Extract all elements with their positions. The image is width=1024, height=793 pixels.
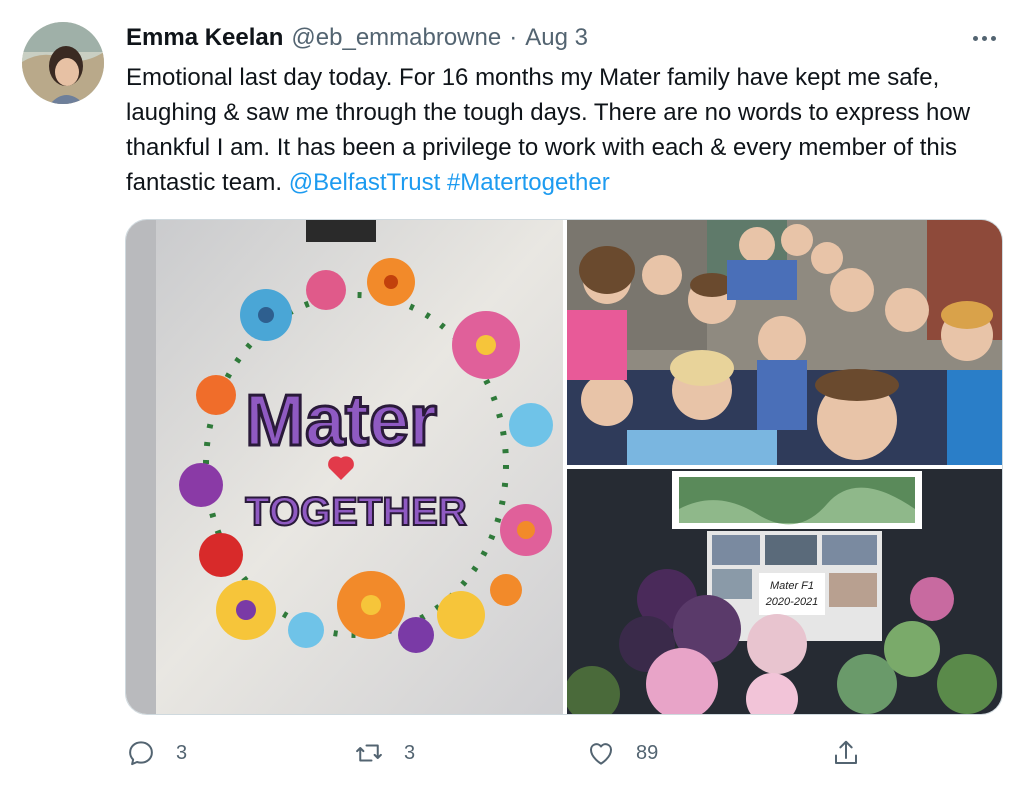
photo-mater-together-mural[interactable]: Mater TOGETHER: [126, 220, 563, 714]
retweet-icon: [356, 744, 382, 762]
like-button[interactable]: 89: [586, 735, 658, 771]
heart-icon: [590, 743, 612, 765]
more-horizontal-icon[interactable]: [968, 28, 1000, 48]
reply-button[interactable]: 3: [126, 735, 187, 771]
photo-team-selfie[interactable]: [567, 220, 1002, 465]
card-line-1: Mater F1: [770, 580, 814, 592]
separator-dot: ·: [509, 24, 518, 51]
like-count: 89: [636, 741, 659, 764]
author-name[interactable]: Emma Keelan: [126, 24, 283, 52]
card-line-2: 2020-2021: [765, 596, 819, 608]
hashtag-link[interactable]: #Matertogether: [447, 169, 610, 196]
tweet-header: Emma Keelan @eb_emmabrowne · Aug 3: [126, 24, 588, 56]
tweet: Emma Keelan @eb_emmabrowne · Aug 3 Emoti…: [0, 0, 1024, 793]
tweet-actions: 3 3 89: [126, 735, 886, 771]
share-icon: [835, 740, 857, 764]
media-grid: Mater TOGETHER Mater F1 2020-2021: [125, 219, 1003, 715]
share-button[interactable]: [831, 735, 861, 771]
retweet-count: 3: [404, 741, 416, 764]
retweet-button[interactable]: 3: [354, 735, 415, 771]
avatar-image: [22, 22, 104, 104]
mention-link[interactable]: @BelfastTrust: [289, 169, 441, 196]
tweet-date[interactable]: Aug 3: [525, 24, 588, 52]
tweet-text: Emotional last day today. For 16 months …: [126, 60, 1006, 200]
avatar[interactable]: [22, 22, 104, 104]
mural-word-together: TOGETHER: [245, 490, 467, 534]
mural-word-mater: Mater: [245, 381, 437, 461]
reply-icon: [129, 741, 153, 766]
author-handle[interactable]: @eb_emmabrowne: [291, 24, 501, 52]
reply-count: 3: [176, 741, 188, 764]
photo-flowers-card[interactable]: Mater F1 2020-2021: [567, 469, 1002, 714]
